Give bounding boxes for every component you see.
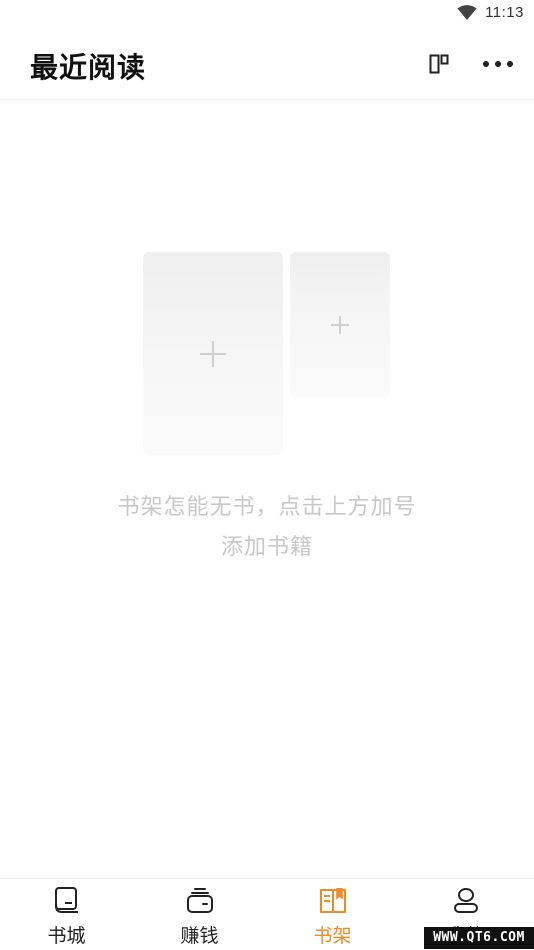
book-icon [54,887,78,913]
tab-label-earn: 赚钱 [180,925,219,947]
page-title: 最近阅读 [30,51,147,84]
plus-icon [200,341,226,367]
tab-bookstore[interactable]: 书城 [0,879,133,950]
wifi-icon [457,4,477,20]
status-bar: 11:13 [0,0,534,28]
layout-toggle-icon [429,54,449,74]
tab-bookshelf[interactable]: 书架 [266,879,399,950]
empty-message-line1: 书架怎能无书，点击上方加号 [117,495,417,520]
add-book-card-small[interactable] [290,252,390,397]
bookshelf-icon [319,888,346,913]
layout-toggle-button[interactable] [425,50,453,78]
app-header: 最近阅读 [0,28,534,100]
watermark: WWW.QT6.COM [424,927,534,949]
more-horizontal-icon [483,61,513,67]
empty-message-line2: 添加书籍 [220,535,313,560]
more-button[interactable] [482,50,514,78]
wallet-icon [186,888,213,913]
tab-label-bookstore: 书城 [47,925,86,947]
add-book-card-large[interactable] [143,252,283,455]
tab-earn[interactable]: 赚钱 [133,879,266,950]
tab-label-bookshelf: 书架 [313,925,352,947]
status-time: 11:13 [485,4,524,21]
plus-icon [331,316,349,334]
user-icon [453,888,478,913]
